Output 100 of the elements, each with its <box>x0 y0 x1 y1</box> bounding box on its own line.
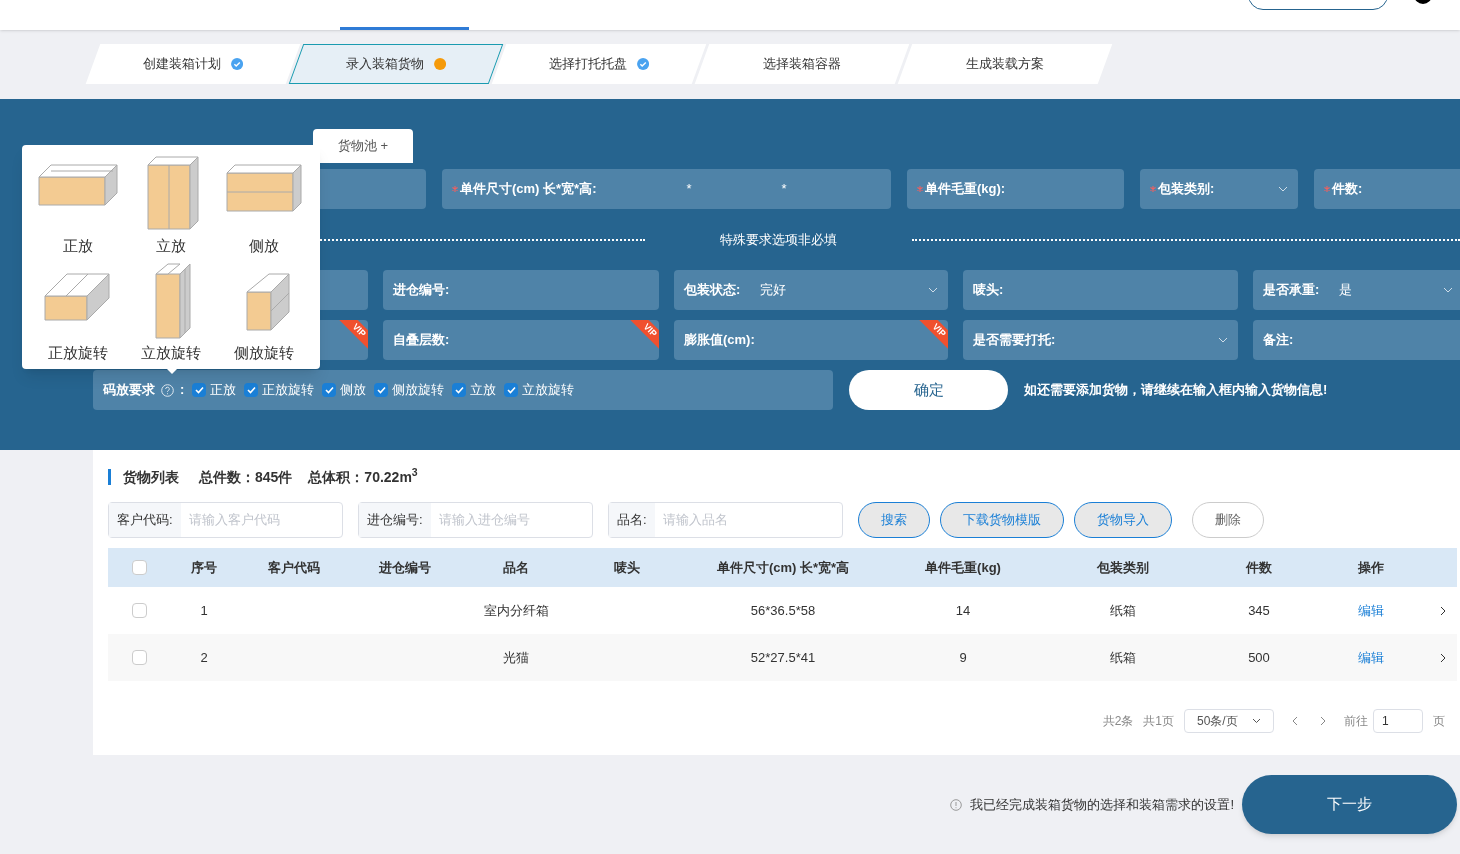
stacking-checkbox[interactable]: 立放旋转 <box>504 380 575 400</box>
column-header: 客户代码 <box>267 558 321 577</box>
filter-label: 品名: <box>609 503 655 537</box>
table-cell-text: 纸箱 <box>1109 648 1137 667</box>
column-header: 唛头 <box>613 558 641 577</box>
filter-field[interactable]: 品名: 请输入品名 <box>608 502 843 538</box>
table-cell-text: 纸箱 <box>1109 601 1137 620</box>
select-field[interactable]: 包装类别: <box>1140 169 1298 209</box>
input-field[interactable]: 膨胀值(cm): VIP <box>674 320 948 360</box>
edit-link[interactable]: 编辑 <box>1358 649 1384 665</box>
input-field[interactable]: 单件尺寸(cm) 长*宽*高: * * <box>442 169 891 209</box>
table-cell-text: 56*36.5*58 <box>749 601 817 620</box>
table-cell-text: 1 <box>199 601 209 620</box>
toolbar-button[interactable]: 下载货物模版 <box>940 502 1064 538</box>
step-tab[interactable]: 选择装箱容器 <box>694 44 910 84</box>
add-more-hint: 如还需要添加货物，请继续在输入框内输入货物信息! <box>1024 381 1328 400</box>
stacking-checkbox[interactable]: 立放 <box>452 380 497 400</box>
confirm-button[interactable]: 确定 <box>849 370 1008 410</box>
filter-label: 客户代码: <box>109 503 181 537</box>
step-tab[interactable]: 录入装箱货物 <box>288 44 504 84</box>
select-field[interactable]: 包装状态: 完好 <box>674 270 948 310</box>
input-field[interactable]: 自叠层数: VIP <box>383 320 659 360</box>
chevron-down-icon <box>1218 337 1228 343</box>
completion-note: 我已经完成装箱货物的选择和装箱需求的设置! <box>970 795 1234 814</box>
orientation-label: 侧放 <box>248 236 279 256</box>
column-header: 包装类别 <box>1096 558 1150 577</box>
input-field[interactable]: 进仓编号: <box>383 270 659 310</box>
goto-label: 前往 <box>1344 713 1368 730</box>
page-count: 共1页 <box>1143 713 1174 730</box>
page-unit-label: 页 <box>1433 713 1445 730</box>
column-header: 件数 <box>1244 558 1273 577</box>
table-cell-text: 9 <box>958 648 968 667</box>
chevron-down-icon <box>1443 287 1453 293</box>
column-header: 进仓编号 <box>378 558 432 577</box>
stacking-checkbox[interactable]: 正放 <box>192 380 237 400</box>
total-count: 总件数：845件 <box>199 467 293 487</box>
check-icon <box>454 386 464 394</box>
check-icon <box>324 386 334 394</box>
column-header: 操作 <box>1357 558 1385 577</box>
table-cell-text: 500 <box>1247 648 1271 667</box>
step-tab[interactable]: 生成装载方案 <box>897 44 1113 84</box>
edit-link[interactable]: 编辑 <box>1358 602 1384 618</box>
stacking-checkbox[interactable]: 侧放旋转 <box>374 380 445 400</box>
orientation-label: 侧放旋转 <box>233 343 294 363</box>
stacking-checkbox[interactable]: 侧放 <box>322 380 367 400</box>
total-volume: 总体积：70.22m$^{3}$ <box>308 466 418 487</box>
input-field[interactable]: 单件毛重(kg): <box>907 169 1124 209</box>
filter-input[interactable]: 请输入品名 <box>654 503 842 537</box>
chevron-down-icon <box>1252 718 1261 724</box>
step-tab[interactable]: 选择打托托盘 <box>491 44 707 84</box>
column-header: 单件尺寸(cm) 长*宽*高 <box>715 558 851 577</box>
total-count: 共2条 <box>1102 713 1134 730</box>
input-field[interactable]: 件数: <box>1314 169 1460 209</box>
column-header: 序号 <box>190 558 218 577</box>
status-dot-icon <box>434 58 446 70</box>
table-cell-text: 52*27.5*41 <box>749 648 817 667</box>
table-cell-text: 室内分纤箱 <box>482 601 550 620</box>
chevron-down-icon <box>928 287 938 293</box>
list-title: 货物列表 <box>108 469 179 485</box>
orientation-label: 立放 <box>156 236 186 256</box>
toolbar-button[interactable]: 删除 <box>1192 502 1264 538</box>
colon: : <box>180 381 185 400</box>
row-checkbox[interactable] <box>131 560 147 575</box>
row-checkbox[interactable] <box>131 603 147 618</box>
input-field[interactable]: 唛头: <box>963 270 1238 310</box>
step-tab[interactable]: 创建装箱计划 <box>85 44 301 84</box>
info-icon <box>950 798 963 811</box>
row-checkbox[interactable] <box>131 650 147 665</box>
chevron-right-icon[interactable] <box>1439 652 1446 663</box>
orientation-label: 正放旋转 <box>48 343 109 363</box>
previous-page-icon[interactable] <box>1292 716 1298 726</box>
filter-field[interactable]: 进仓编号: 请输入进仓编号 <box>358 502 593 538</box>
filter-label: 进仓编号: <box>359 503 431 537</box>
chevron-right-icon[interactable] <box>1439 605 1446 616</box>
table-cell-text: 2 <box>199 648 209 667</box>
page-input[interactable]: 1 <box>1373 709 1423 733</box>
filter-field[interactable]: 客户代码: 请输入客户代码 <box>108 502 343 538</box>
check-icon <box>376 386 386 394</box>
orientation-label: 正放 <box>63 236 94 256</box>
toolbar-button[interactable]: 搜索 <box>858 502 930 538</box>
stacking-checkbox[interactable]: 正放旋转 <box>244 380 315 400</box>
optional-requirements-label: 特殊要求选项非必填 <box>719 231 838 250</box>
table-cell-text: 光猫 <box>502 648 530 667</box>
filter-input[interactable]: 请输入客户代码 <box>180 503 342 537</box>
input-field[interactable]: 备注: <box>1253 320 1460 360</box>
check-icon <box>194 386 204 394</box>
table-cell-text: 14 <box>954 601 972 620</box>
column-header: 单件毛重(kg) <box>924 558 1002 577</box>
toolbar-button[interactable]: 货物导入 <box>1074 502 1172 538</box>
cargo-pool-button[interactable]: 货物池 + <box>313 129 413 163</box>
select-field[interactable]: 是否承重: 是 <box>1253 270 1460 310</box>
chevron-down-icon <box>1278 186 1288 192</box>
stacking-label: 码放要求 <box>103 381 155 400</box>
table-cell-text: 345 <box>1247 601 1271 620</box>
help-icon[interactable] <box>161 383 174 397</box>
page-size-select[interactable]: 50条/页 <box>1184 709 1274 733</box>
next-page-icon[interactable] <box>1320 716 1326 726</box>
next-step-button[interactable]: 下一步 <box>1242 775 1457 834</box>
select-field[interactable]: 是否需要打托: <box>963 320 1238 360</box>
filter-input[interactable]: 请输入进仓编号 <box>430 503 592 537</box>
